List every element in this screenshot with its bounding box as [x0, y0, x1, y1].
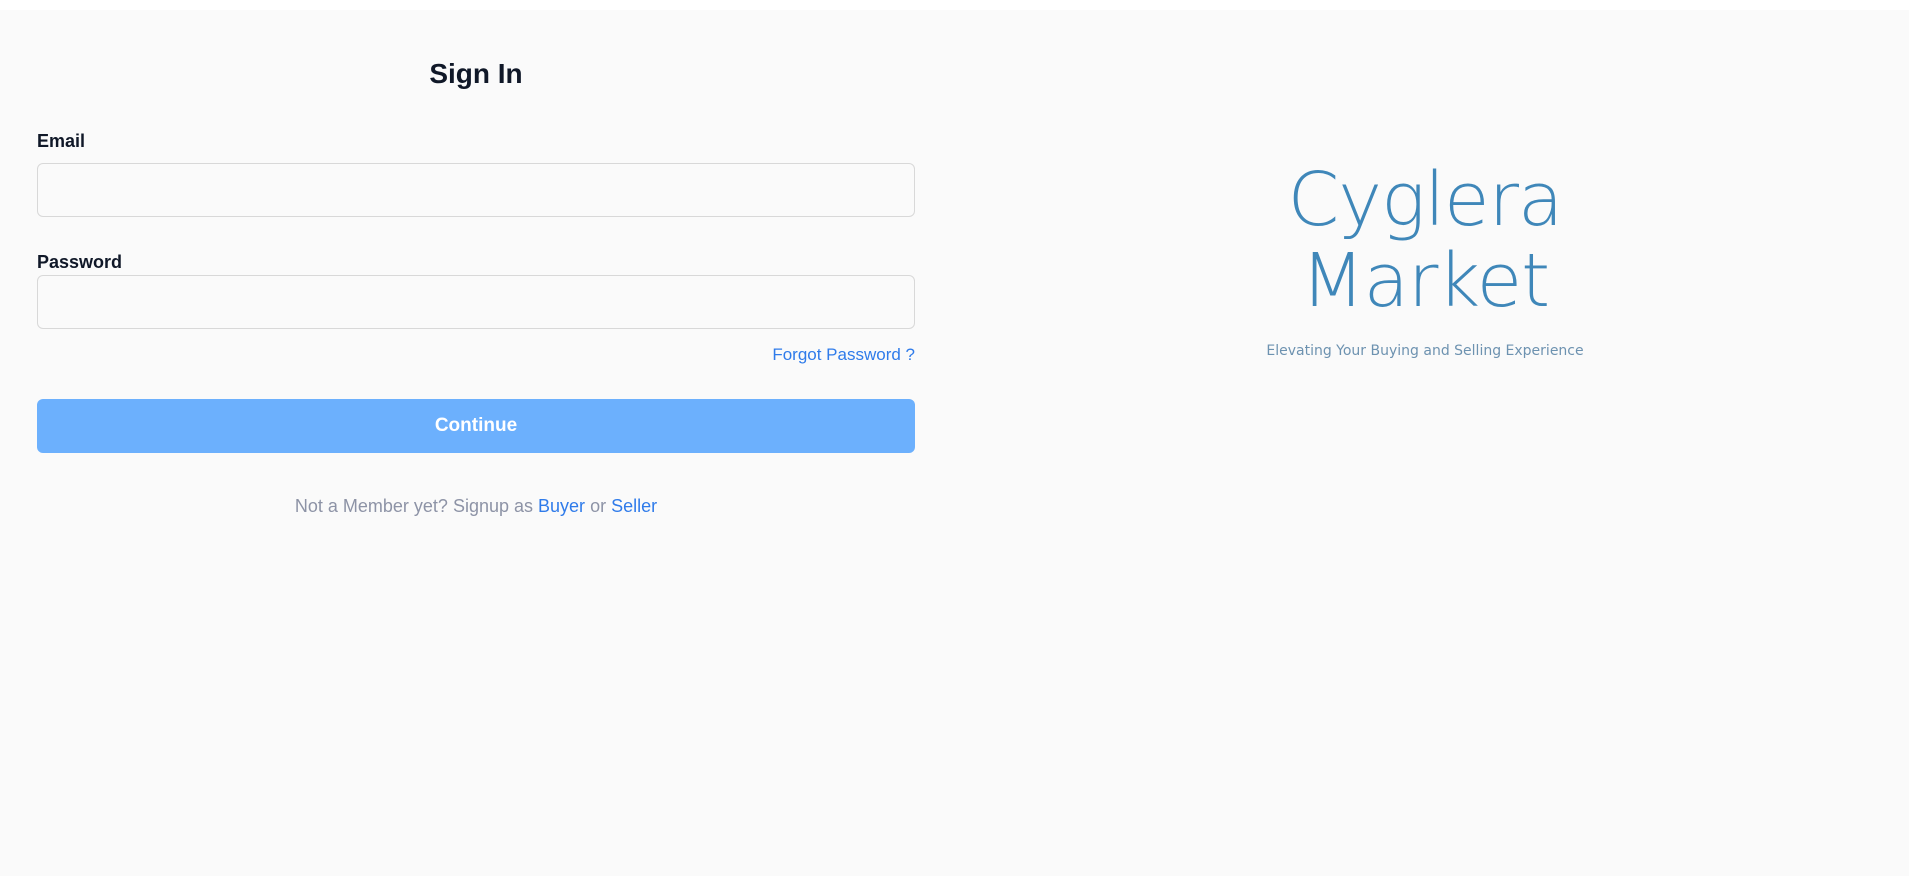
- password-label: Password: [37, 252, 123, 272]
- signup-prompt: Not a Member yet? Signup as Buyer or Sel…: [37, 496, 915, 517]
- continue-button[interactable]: Continue: [37, 399, 915, 453]
- signup-or-text: or: [590, 496, 607, 516]
- signup-prefix-text: Not a Member yet? Signup as: [294, 496, 533, 516]
- page-title: Sign In: [429, 58, 523, 89]
- signup-seller-link[interactable]: Seller: [611, 496, 657, 516]
- signup-buyer-link[interactable]: Buyer: [538, 496, 585, 516]
- email-field[interactable]: [37, 163, 915, 217]
- page: Sign In Email Password Forgot Password ?…: [0, 10, 1909, 876]
- brand-tagline: Elevating Your Buying and Selling Experi…: [1266, 342, 1584, 359]
- email-label: Email: [37, 131, 86, 151]
- brand-logo-text: Cyglera Market: [1287, 157, 1564, 325]
- password-field[interactable]: [37, 275, 915, 329]
- forgot-password-link[interactable]: Forgot Password ?: [772, 345, 915, 365]
- brand-block: Cyglera Market Elevating Your Buying and…: [1180, 157, 1670, 359]
